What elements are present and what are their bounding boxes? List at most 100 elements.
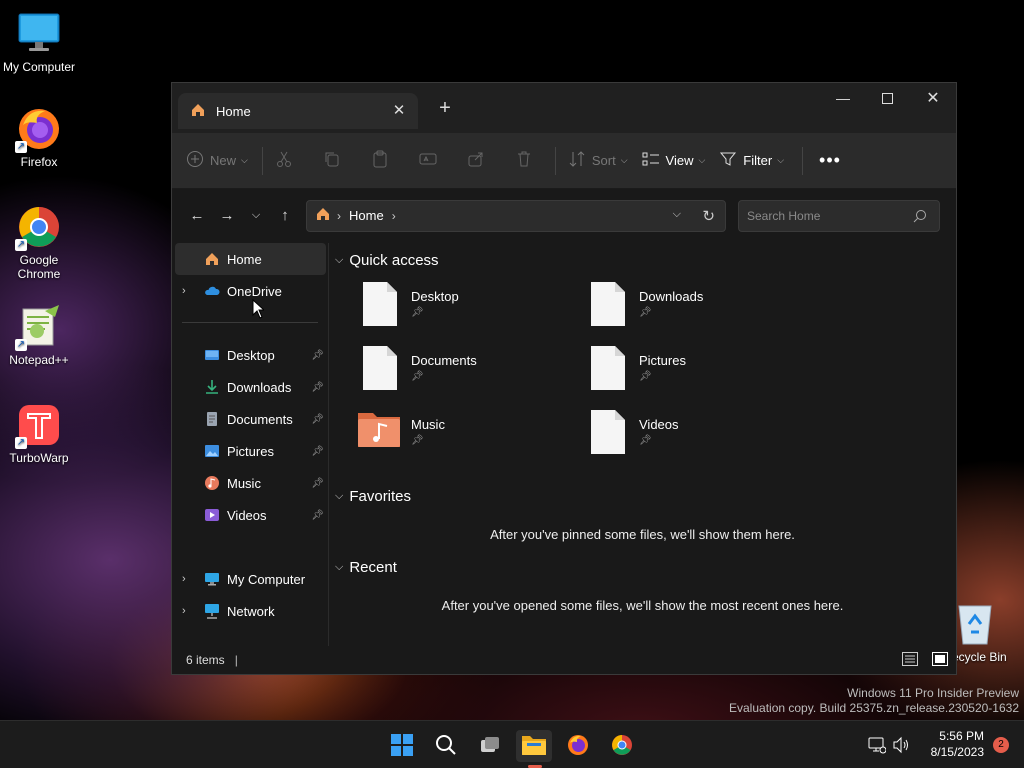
cloud-icon	[204, 283, 220, 299]
address-bar[interactable]: › Home › ⌵ ↻	[306, 199, 726, 232]
minimize-button[interactable]: —	[820, 83, 866, 113]
nav-divider	[182, 546, 318, 547]
nav-item-music[interactable]: Music 📌︎	[172, 467, 328, 499]
quick-access-item-videos[interactable]: Videos 📌︎	[589, 409, 789, 461]
filter-button[interactable]: Filter ⌵	[719, 145, 784, 177]
large-icons-view-icon[interactable]	[932, 652, 948, 669]
search-input[interactable]	[747, 208, 907, 223]
quick-access-name: Pictures	[639, 353, 686, 368]
desktop-icon-notepadpp[interactable]: ↗ Notepad++	[0, 303, 78, 367]
delete-button[interactable]	[515, 145, 533, 177]
close-window-button[interactable]: ✕	[910, 83, 956, 113]
taskbar: 5:56 PM 8/15/2023 2	[0, 720, 1024, 768]
nav-item-desktop[interactable]: Desktop 📌︎	[172, 339, 328, 371]
quick-access-name: Videos	[639, 417, 679, 432]
rename-icon	[419, 150, 437, 171]
explorer-body: Home › OneDrive Desktop 📌︎ Downloads 📌︎ …	[172, 243, 956, 646]
file-explorer-taskbar-button[interactable]	[516, 730, 552, 768]
notification-badge[interactable]: 2	[993, 737, 1009, 753]
toolbar-divider	[554, 146, 556, 175]
nav-item-home[interactable]: Home	[175, 243, 326, 275]
pin-icon: 📌︎	[311, 445, 324, 457]
close-tab-icon[interactable]: ✕	[390, 102, 408, 120]
breadcrumb-home[interactable]: Home	[349, 208, 384, 223]
address-history-chevron-icon[interactable]: ⌵	[673, 208, 681, 221]
file-icon	[361, 281, 399, 327]
maximize-button[interactable]	[864, 83, 910, 113]
favorites-header[interactable]: ⌵ Favorites	[335, 485, 411, 507]
volume-icon[interactable]	[892, 736, 910, 757]
details-view-icon[interactable]	[902, 652, 918, 669]
quick-access-item-pictures[interactable]: Pictures 📌︎	[589, 345, 789, 397]
recent-header[interactable]: ⌵ Recent	[335, 556, 397, 578]
quick-access-item-desktop[interactable]: Desktop 📌︎	[361, 281, 561, 333]
recent-locations-button[interactable]: ⌵	[242, 201, 270, 231]
start-button[interactable]	[384, 730, 420, 762]
nav-item-my-computer[interactable]: › My Computer	[172, 563, 328, 595]
clock[interactable]: 5:56 PM 8/15/2023	[931, 728, 984, 760]
refresh-icon[interactable]: ↻	[702, 207, 715, 225]
desktop-icon-turbowarp[interactable]: ↗ TurboWarp	[0, 401, 78, 465]
nav-item-network[interactable]: › Network	[172, 595, 328, 627]
nav-item-label: Pictures	[227, 443, 274, 459]
nav-item-pictures[interactable]: Pictures 📌︎	[172, 435, 328, 467]
back-button[interactable]: ←	[182, 201, 212, 231]
new-button[interactable]: New ⌵	[186, 145, 248, 177]
file-explorer-window: Home ✕ + — ✕ New ⌵ Sort ⌵ View ⌵ Filter …	[171, 82, 957, 675]
nav-item-onedrive[interactable]: › OneDrive	[172, 275, 328, 307]
paste-button[interactable]	[371, 145, 389, 177]
copy-icon	[323, 150, 341, 171]
music-folder-icon	[204, 475, 220, 491]
pin-icon: 📌︎	[411, 435, 424, 446]
chevron-right-icon[interactable]: ›	[182, 285, 186, 297]
chrome-icon: ↗	[15, 203, 63, 251]
pin-icon: 📌︎	[311, 477, 324, 489]
nav-item-label: Downloads	[227, 379, 292, 395]
quick-access-header[interactable]: ⌵ Quick access	[335, 249, 439, 271]
quick-access-item-downloads[interactable]: Downloads 📌︎	[589, 281, 789, 333]
desktop-icon-my-computer[interactable]: My Computer	[0, 10, 78, 74]
more-options-button[interactable]: •••	[819, 145, 841, 177]
desktop-icon-firefox[interactable]: ↗ Firefox	[0, 105, 78, 169]
rename-button[interactable]	[419, 145, 437, 177]
section-title: Recent	[349, 558, 397, 576]
nav-item-videos[interactable]: Videos 📌︎	[172, 499, 328, 531]
network-tray-icon[interactable]	[868, 736, 887, 757]
search-box[interactable]	[738, 199, 940, 232]
monitor-icon	[204, 571, 220, 587]
filter-label: Filter	[743, 153, 773, 168]
desktop-icon-label: Firefox	[20, 155, 58, 169]
nav-item-downloads[interactable]: Downloads 📌︎	[172, 371, 328, 403]
quick-access-name: Music	[411, 417, 445, 432]
shortcut-arrow-icon: ↗	[15, 141, 27, 153]
chrome-taskbar-button[interactable]	[604, 730, 640, 762]
chevron-down-icon: ⌵	[241, 155, 248, 165]
nav-item-label: Music	[227, 475, 261, 491]
sort-button[interactable]: Sort ⌵	[568, 145, 628, 177]
clock-time: 5:56 PM	[939, 729, 984, 743]
firefox-taskbar-button[interactable]	[560, 730, 596, 762]
pin-icon: 📌︎	[639, 307, 652, 318]
view-button[interactable]: View ⌵	[642, 145, 706, 177]
chevron-right-icon[interactable]: ›	[182, 573, 186, 585]
search-taskbar-button[interactable]	[428, 730, 464, 762]
quick-access-item-documents[interactable]: Documents 📌︎	[361, 345, 561, 397]
up-button[interactable]: ↑	[270, 201, 300, 231]
cut-button[interactable]	[275, 145, 293, 177]
file-icon	[589, 409, 627, 455]
shortcut-arrow-icon: ↗	[15, 239, 27, 251]
nav-item-documents[interactable]: Documents 📌︎	[172, 403, 328, 435]
new-tab-button[interactable]: +	[434, 97, 456, 120]
copy-button[interactable]	[323, 145, 341, 177]
quick-access-item-music[interactable]: Music 📌︎	[357, 409, 557, 461]
tab-home[interactable]: Home ✕	[178, 93, 418, 129]
forward-button[interactable]: →	[212, 201, 242, 231]
chevron-down-icon: ⌵	[777, 155, 785, 165]
navigation-pane: Home › OneDrive Desktop 📌︎ Downloads 📌︎ …	[172, 243, 329, 646]
desktop-icon-label: Notepad++	[9, 353, 69, 367]
desktop-icon-chrome[interactable]: ↗ Google Chrome	[0, 203, 78, 281]
share-button[interactable]	[467, 145, 485, 177]
chevron-right-icon[interactable]: ›	[182, 605, 186, 617]
task-view-button[interactable]	[472, 730, 508, 762]
chevron-down-icon: ⌵	[698, 155, 706, 165]
